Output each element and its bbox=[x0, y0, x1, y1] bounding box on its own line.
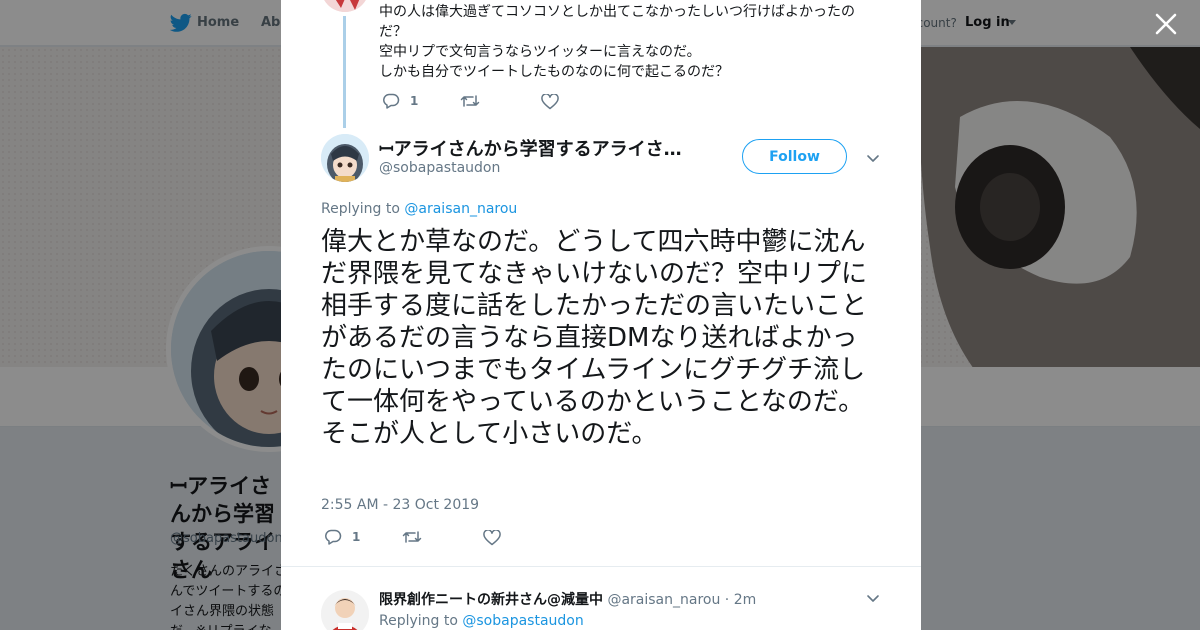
replying-to-mention-link[interactable]: @sobapastaudon bbox=[462, 613, 583, 629]
previous-tweet-line: しかも自分でツイートしたものなのに何で起こるのだ？ bbox=[379, 64, 729, 80]
main-tweet-timestamp[interactable]: 2:55 AM - 23 Oct 2019 bbox=[321, 497, 479, 513]
anime-character-avatar-image bbox=[321, 134, 369, 182]
reply-tweet-header: 限界創作ニートの新井さん@減量中 @araisan_narou · 2m bbox=[379, 589, 756, 609]
main-tweet-retweet-action[interactable] bbox=[402, 530, 422, 544]
replying-to-line: Replying to @araisan_narou bbox=[321, 201, 517, 217]
reply-tweet-author-handle[interactable]: @araisan_narou bbox=[607, 592, 720, 608]
main-tweet-reply-action[interactable]: 1 bbox=[324, 529, 360, 545]
reply-icon bbox=[325, 529, 342, 545]
character-avatar-image bbox=[321, 590, 369, 630]
reply-tweet-time[interactable]: 2m bbox=[734, 592, 757, 608]
chevron-down-icon[interactable] bbox=[866, 594, 880, 604]
reply-icon bbox=[383, 93, 400, 109]
reply-replying-to-line: Replying to @sobapastaudon bbox=[379, 613, 584, 629]
replying-to-mention-link[interactable]: @araisan_narou bbox=[404, 201, 517, 217]
replying-to-prefix: Replying to bbox=[321, 201, 400, 217]
heart-icon bbox=[541, 94, 559, 110]
close-icon[interactable] bbox=[1154, 12, 1178, 36]
previous-tweet-like-action[interactable] bbox=[541, 94, 559, 110]
retweet-icon bbox=[460, 95, 480, 107]
previous-tweet-retweet-action[interactable] bbox=[460, 94, 480, 108]
reply-tweet-avatar[interactable] bbox=[321, 590, 369, 630]
previous-tweet-text: 中の人は偉大過ぎてコソコソとしか出てこなかったしいつ行けばよかったの だ？ 空中… bbox=[379, 2, 869, 82]
reply-count: 1 bbox=[352, 530, 361, 544]
tweet-permalink-modal: 中の人は偉大過ぎてコソコソとしか出てこなかったしいつ行けばよかったの だ？ 空中… bbox=[281, 0, 921, 630]
chevron-down-icon[interactable] bbox=[866, 154, 880, 164]
main-tweet-avatar[interactable] bbox=[321, 134, 369, 182]
retweet-icon bbox=[402, 531, 422, 543]
replying-to-prefix: Replying to bbox=[379, 613, 458, 629]
previous-tweet-line: 空中リプで文句言うならツイッターに言えなのだ。 bbox=[379, 44, 701, 60]
previous-tweet-avatar[interactable] bbox=[321, 0, 369, 12]
meta-separator: · bbox=[724, 592, 730, 608]
main-tweet-text: 偉大とか草なのだ。どうして四六時中鬱に沈んだ界隈を見てなきゃいけないのだ？空中リ… bbox=[321, 227, 868, 449]
main-tweet-author-name[interactable]: ꟷアライさんから学習するアライさん… bbox=[379, 135, 689, 161]
previous-tweet-line: だ？ bbox=[379, 24, 407, 40]
previous-tweet-reply-action[interactable]: 1 bbox=[382, 93, 418, 109]
previous-tweet-line: 中の人は偉大過ぎてコソコソとしか出てこなかったしいつ行けばよかったの bbox=[379, 4, 855, 20]
tweet-divider bbox=[281, 566, 921, 567]
thread-connector-line bbox=[343, 16, 346, 128]
main-tweet-author-handle[interactable]: @sobapastaudon bbox=[379, 160, 500, 176]
main-tweet-like-action[interactable] bbox=[483, 530, 501, 546]
heart-icon bbox=[483, 530, 501, 546]
follow-button[interactable]: Follow bbox=[742, 139, 847, 174]
reply-tweet-author-name[interactable]: 限界創作ニートの新井さん@減量中 bbox=[379, 592, 603, 608]
reply-count: 1 bbox=[410, 94, 419, 108]
